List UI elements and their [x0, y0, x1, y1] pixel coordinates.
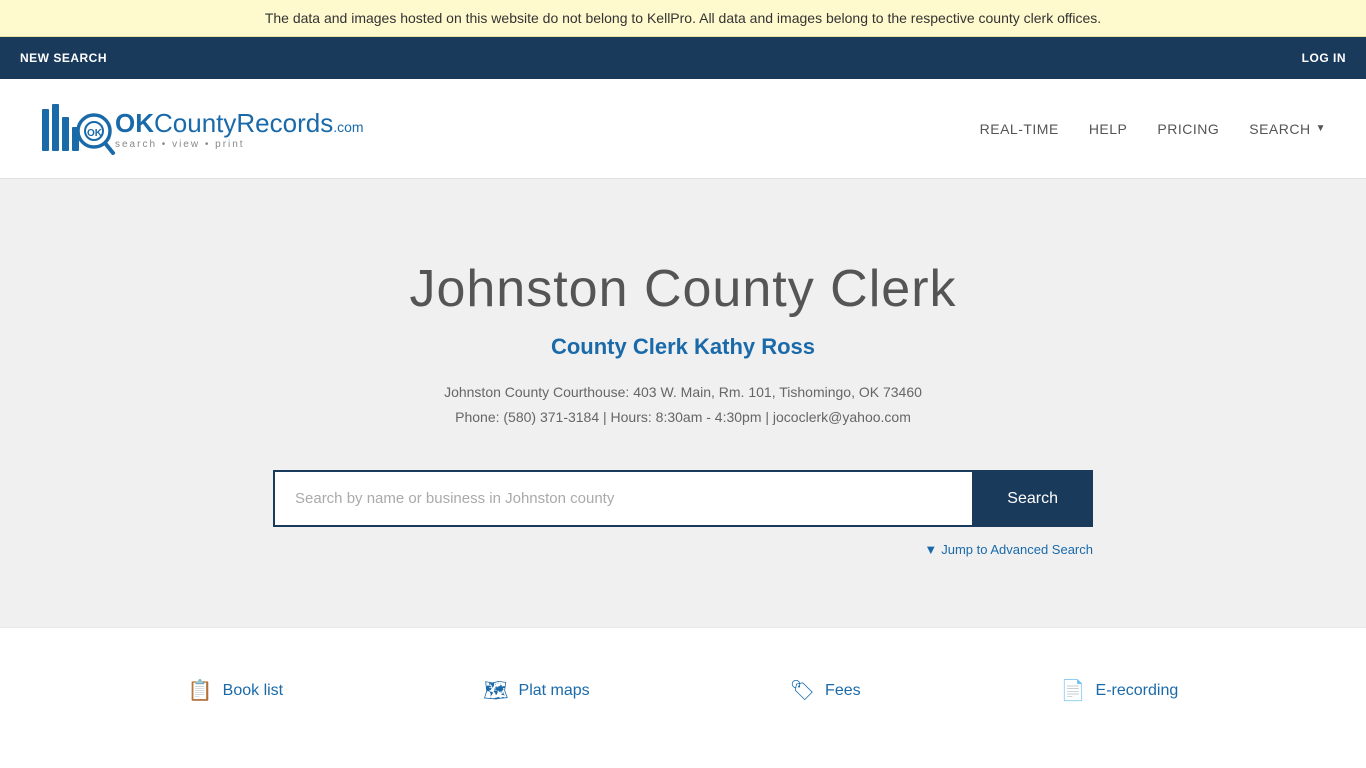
pricing-link[interactable]: PRICING — [1157, 121, 1219, 137]
county-title: Johnston County Clerk — [409, 259, 956, 319]
search-dropdown-label: SEARCH — [1249, 121, 1310, 137]
footer-erecording-label: E-recording — [1096, 682, 1179, 700]
footer-fees-label: Fees — [825, 682, 861, 700]
logo-bars-icon: OK — [40, 99, 115, 159]
advanced-search-text: Jump to Advanced Search — [941, 542, 1093, 557]
address-line2: Phone: (580) 371-3184 | Hours: 8:30am - … — [444, 405, 922, 430]
logo-tagline: search • view • print — [115, 139, 364, 150]
footer-links: 📋 Book list 🗺 Plat maps 🏷 Fees 📄 E-recor… — [0, 627, 1366, 753]
logo[interactable]: OK OKCountyRecords.com search • view • p… — [40, 99, 364, 159]
login-link[interactable]: LOG IN — [1302, 51, 1346, 65]
clerk-name: County Clerk Kathy Ross — [551, 334, 815, 360]
notification-banner: The data and images hosted on this websi… — [0, 0, 1366, 37]
footer-erecording[interactable]: 📄 E-recording — [1061, 678, 1179, 703]
chevron-down-icon: ▼ — [1316, 123, 1326, 134]
hero-section: Johnston County Clerk County Clerk Kathy… — [0, 179, 1366, 627]
header-nav: REAL-TIME HELP PRICING SEARCH ▼ — [980, 121, 1326, 137]
fees-icon: 🏷 — [790, 678, 815, 703]
erecording-icon: 📄 — [1061, 678, 1086, 703]
search-button[interactable]: Search — [972, 470, 1093, 527]
logo-text-area: OKCountyRecords.com search • view • prin… — [115, 108, 364, 150]
logo-ok: OK — [115, 108, 154, 139]
search-dropdown[interactable]: SEARCH ▼ — [1249, 121, 1326, 137]
footer-fees[interactable]: 🏷 Fees — [790, 678, 861, 703]
book-list-icon: 📋 — [188, 678, 213, 703]
address-line1: Johnston County Courthouse: 403 W. Main,… — [444, 380, 922, 405]
search-input[interactable] — [273, 470, 972, 527]
notification-text: The data and images hosted on this websi… — [265, 10, 1101, 26]
help-link[interactable]: HELP — [1089, 121, 1128, 137]
footer-plat-maps-label: Plat maps — [519, 682, 590, 700]
logo-county-records: CountyRecords — [154, 108, 333, 139]
footer-plat-maps[interactable]: 🗺 Plat maps — [483, 678, 590, 703]
footer-book-list-label: Book list — [223, 682, 283, 700]
svg-text:OK: OK — [87, 128, 103, 139]
logo-dotcom: .com — [333, 119, 363, 135]
new-search-link[interactable]: NEW SEARCH — [20, 51, 107, 65]
plat-maps-icon: 🗺 — [483, 678, 508, 703]
top-nav: NEW SEARCH LOG IN — [0, 37, 1366, 79]
advanced-search-link[interactable]: ▼ Jump to Advanced Search — [924, 542, 1093, 557]
search-container: Search — [273, 470, 1093, 527]
county-address: Johnston County Courthouse: 403 W. Main,… — [444, 380, 922, 430]
logo-graphic: OK — [40, 99, 115, 159]
footer-book-list[interactable]: 📋 Book list — [188, 678, 283, 703]
realtime-link[interactable]: REAL-TIME — [980, 121, 1059, 137]
header: OK OKCountyRecords.com search • view • p… — [0, 79, 1366, 179]
advanced-search-arrow: ▼ — [924, 542, 937, 557]
